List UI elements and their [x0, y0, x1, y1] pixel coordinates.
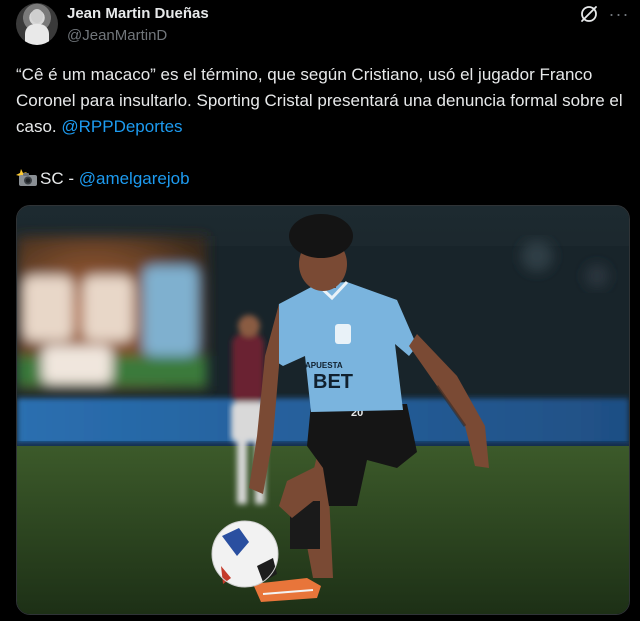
photo-credit: SC - @amelgarejob [16, 166, 190, 192]
tweet-text: “Cê é um macaco” es el término, que segú… [16, 62, 628, 140]
author-display-name[interactable]: Jean Martin Dueñas [67, 5, 209, 22]
author-avatar[interactable] [16, 3, 58, 45]
tweet: Jean Martin Dueñas @JeanMartinD ··· “Cê … [0, 0, 640, 621]
more-icon[interactable]: ··· [608, 3, 630, 25]
grok-icon[interactable] [579, 4, 599, 24]
scoreboard-blur [17, 236, 207, 391]
mention-rppdeportes[interactable]: @RPPDeportes [61, 117, 182, 136]
jersey-sponsor: BET [313, 371, 353, 393]
avatar-body [25, 24, 49, 45]
soccer-ball [211, 520, 279, 588]
photo-credit-prefix: SC - [40, 169, 79, 188]
jersey-sponsor-small: APUESTA [305, 361, 343, 370]
tweet-photo[interactable]: 20 APUESTA BET [16, 205, 630, 615]
avatar-head [31, 9, 43, 23]
mention-amelgarejob[interactable]: @amelgarejob [79, 169, 190, 188]
author-handle[interactable]: @JeanMartinD [67, 27, 167, 44]
camera-flash-icon [16, 169, 38, 187]
